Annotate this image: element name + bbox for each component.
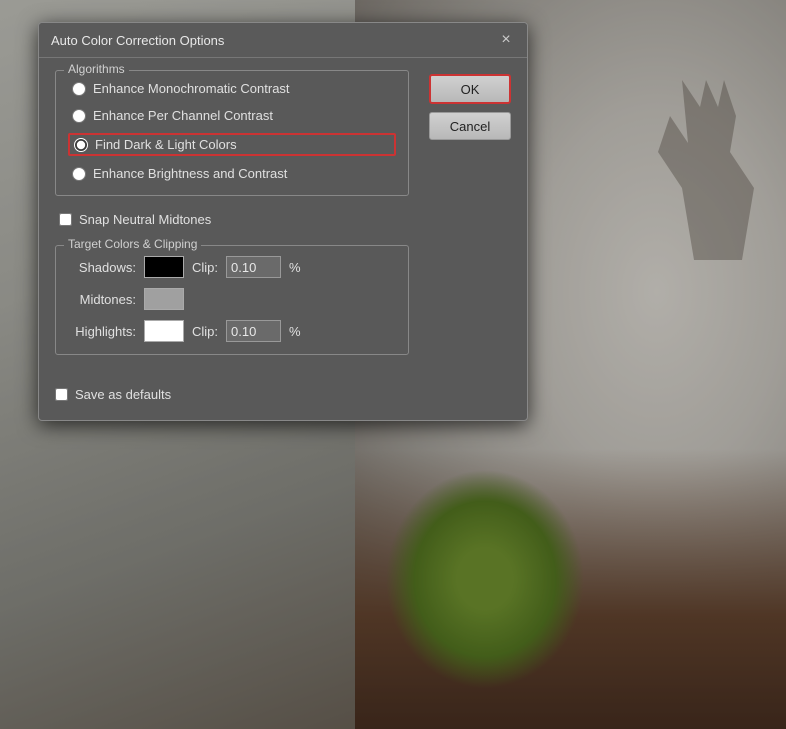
radio-row-find-dark-light[interactable]: Find Dark & Light Colors — [68, 133, 396, 156]
midtones-swatch[interactable] — [144, 288, 184, 310]
highlights-percent: % — [289, 324, 301, 339]
highlights-clip-input[interactable] — [226, 320, 281, 342]
highlights-clip-label: Clip: — [192, 324, 218, 339]
dialog-footer: Save as defaults — [39, 383, 527, 420]
radio-brightness-contrast[interactable] — [72, 167, 86, 181]
radio-find-dark-light-label: Find Dark & Light Colors — [95, 137, 237, 152]
cancel-button[interactable]: Cancel — [429, 112, 511, 140]
save-defaults-checkbox[interactable] — [55, 388, 68, 401]
radio-row-brightness-contrast[interactable]: Enhance Brightness and Contrast — [68, 164, 396, 183]
save-defaults-label: Save as defaults — [75, 387, 171, 402]
midtones-row: Midtones: — [68, 288, 396, 310]
radio-brightness-contrast-label: Enhance Brightness and Contrast — [93, 166, 287, 181]
ok-button[interactable]: OK — [429, 74, 511, 104]
radio-per-channel[interactable] — [72, 109, 86, 123]
close-button[interactable]: × — [497, 31, 515, 49]
shadows-label: Shadows: — [68, 260, 136, 275]
shadows-row: Shadows: Clip: % — [68, 256, 396, 278]
auto-color-correction-dialog: Auto Color Correction Options × Algorith… — [38, 22, 528, 421]
target-group-label: Target Colors & Clipping — [64, 237, 201, 251]
dialog-body: Algorithms Enhance Monochromatic Contras… — [39, 58, 527, 383]
snap-neutral-checkbox[interactable] — [59, 213, 72, 226]
radio-per-channel-label: Enhance Per Channel Contrast — [93, 108, 273, 123]
highlights-label: Highlights: — [68, 324, 136, 339]
shadows-clip-input[interactable] — [226, 256, 281, 278]
save-defaults-row[interactable]: Save as defaults — [55, 383, 511, 406]
midtones-label: Midtones: — [68, 292, 136, 307]
left-panel: Algorithms Enhance Monochromatic Contras… — [55, 70, 409, 367]
highlights-row: Highlights: Clip: % — [68, 320, 396, 342]
right-panel: OK Cancel — [421, 70, 511, 367]
radio-find-dark-light[interactable] — [74, 138, 88, 152]
shadows-swatch[interactable] — [144, 256, 184, 278]
radio-row-monochromatic[interactable]: Enhance Monochromatic Contrast — [68, 79, 396, 98]
radio-row-per-channel[interactable]: Enhance Per Channel Contrast — [68, 106, 396, 125]
algorithms-group-label: Algorithms — [64, 62, 129, 76]
snap-neutral-label: Snap Neutral Midtones — [79, 212, 211, 227]
snap-neutral-row[interactable]: Snap Neutral Midtones — [55, 208, 409, 231]
dialog-titlebar: Auto Color Correction Options × — [39, 23, 527, 58]
highlights-swatch[interactable] — [144, 320, 184, 342]
radio-monochromatic-label: Enhance Monochromatic Contrast — [93, 81, 290, 96]
radio-monochromatic[interactable] — [72, 82, 86, 96]
shadows-clip-label: Clip: — [192, 260, 218, 275]
shadows-percent: % — [289, 260, 301, 275]
dialog-title: Auto Color Correction Options — [51, 33, 224, 48]
target-colors-group: Target Colors & Clipping Shadows: Clip: … — [55, 245, 409, 355]
algorithms-group: Algorithms Enhance Monochromatic Contras… — [55, 70, 409, 196]
